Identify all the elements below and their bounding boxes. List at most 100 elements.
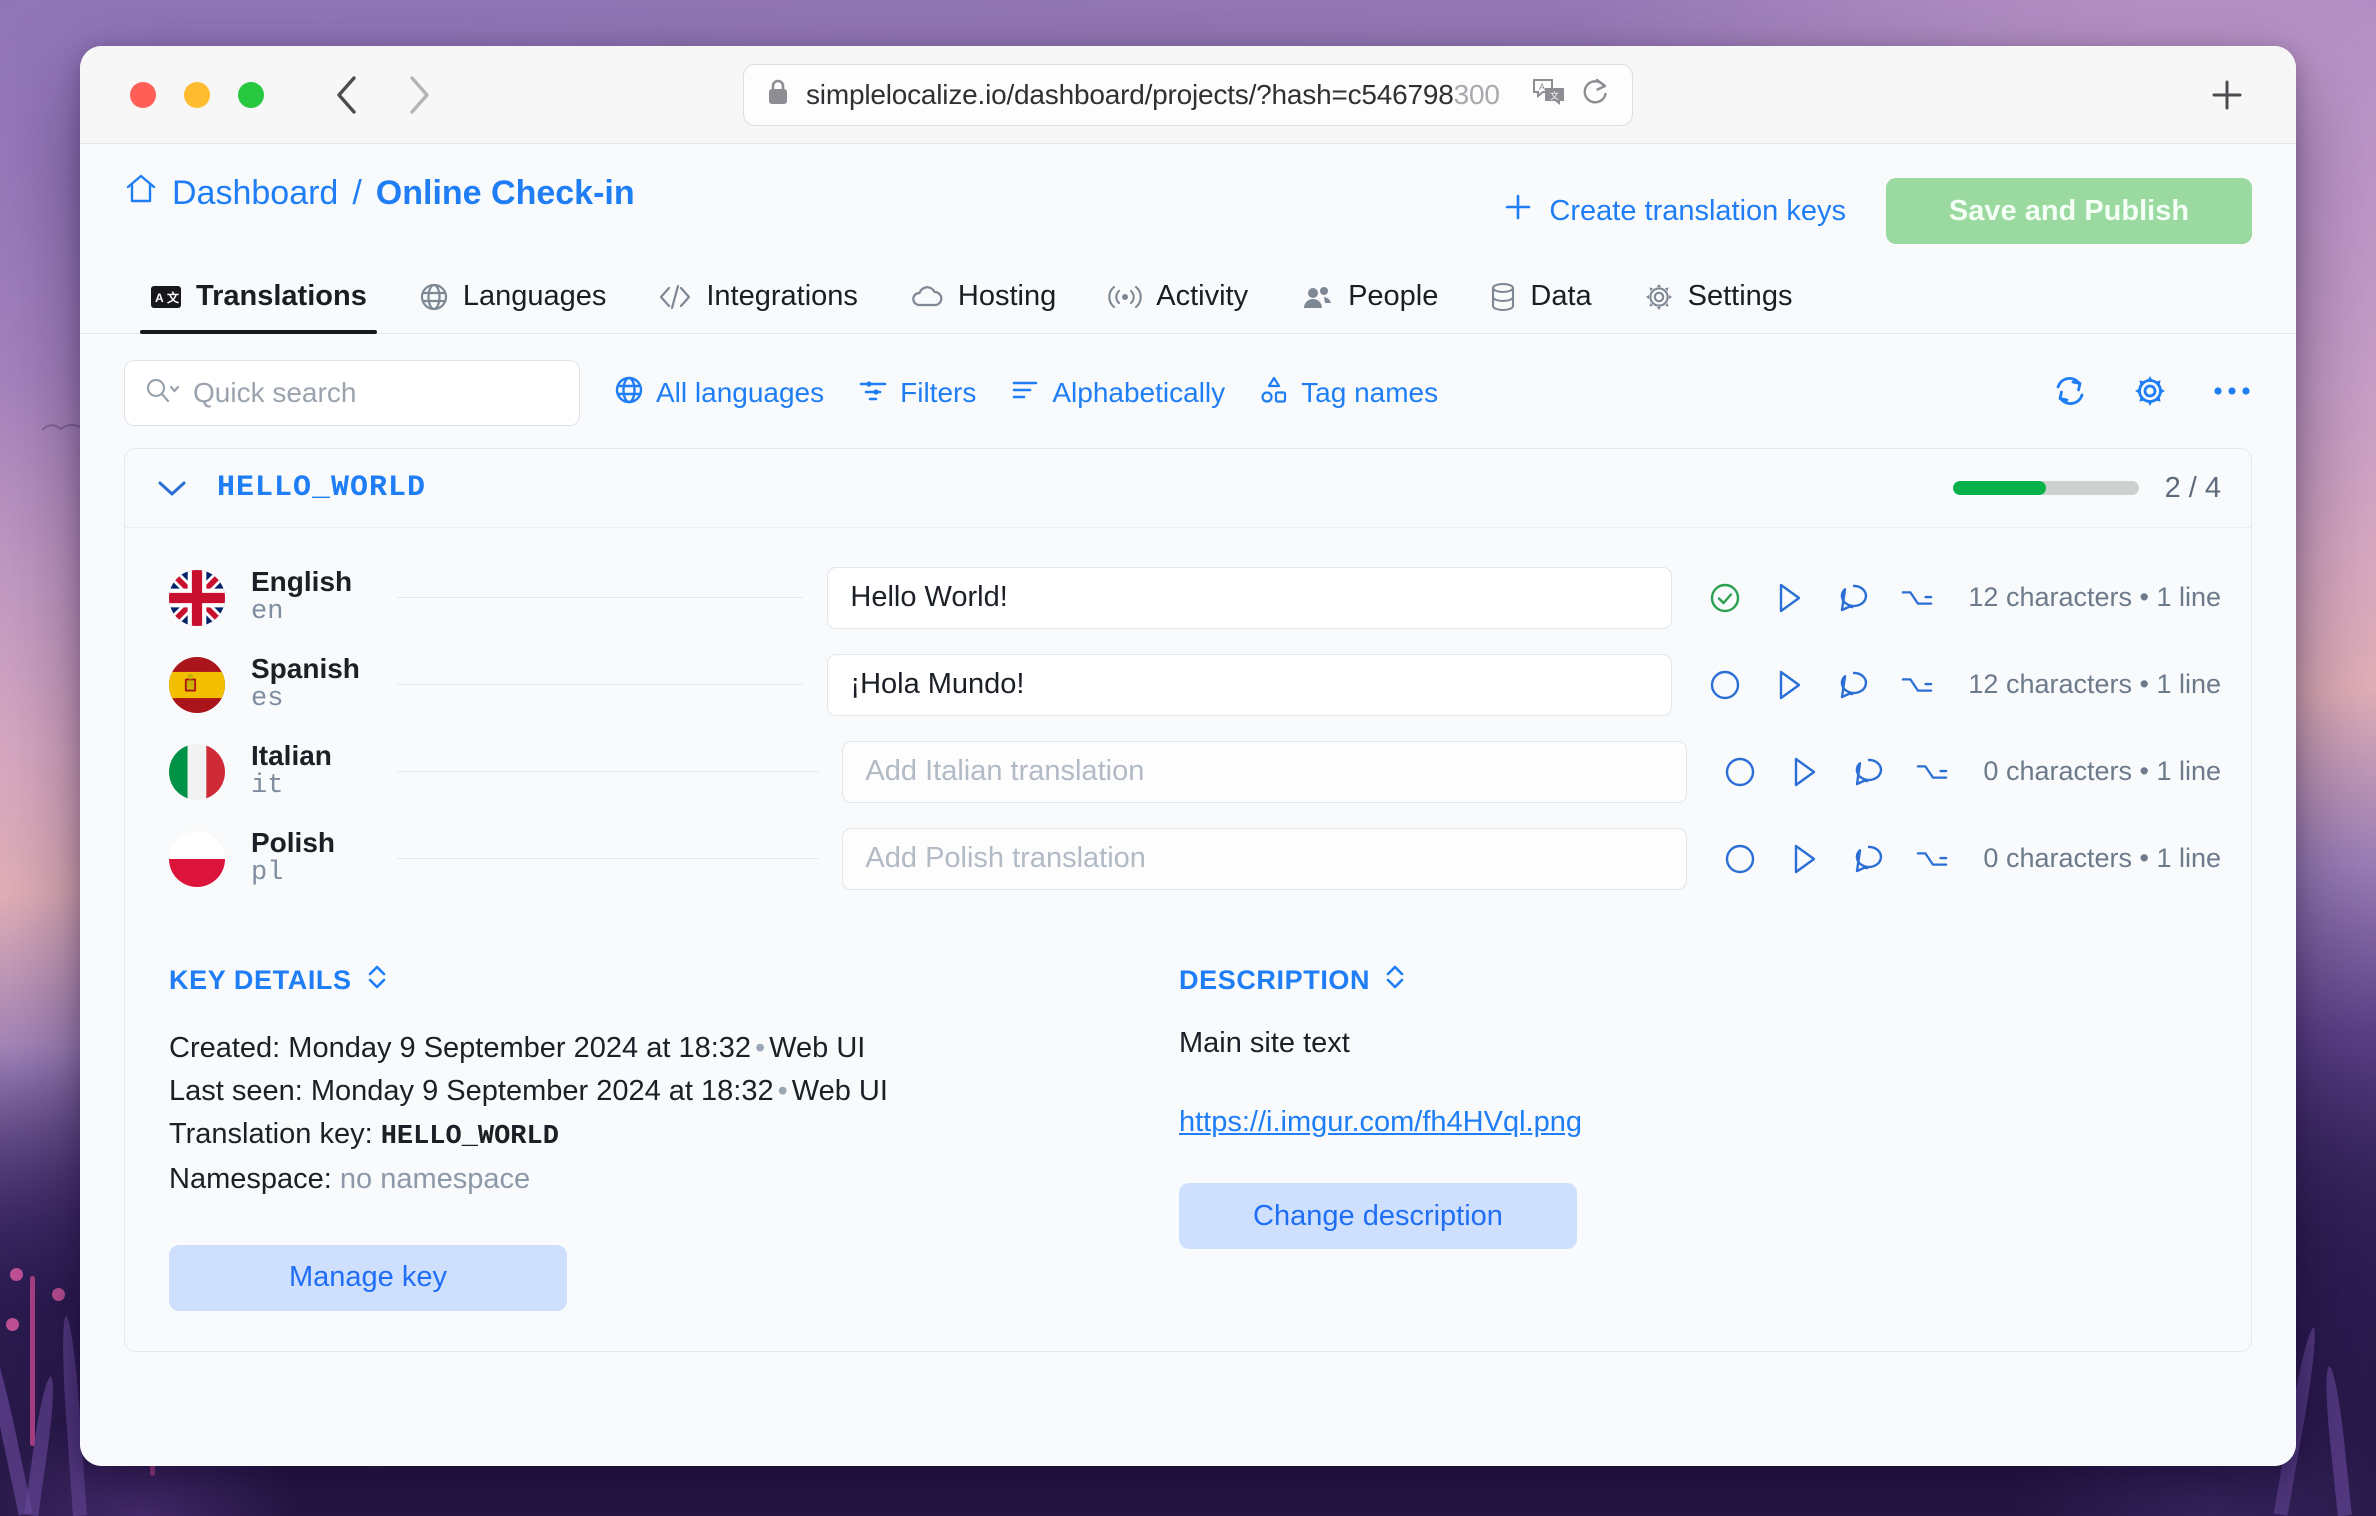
translation-keys-list: HELLO_WORLD 2 / 4 English en Hello World… (80, 448, 2296, 1466)
key-details-heading[interactable]: KEY DETAILS (169, 962, 1165, 999)
back-chevron-icon[interactable] (326, 74, 368, 116)
sort-vertical-icon[interactable] (1384, 962, 1406, 999)
tab-integrations-label: Integrations (706, 280, 858, 312)
tag-names-button[interactable]: Tag names (1259, 375, 1438, 412)
italy-flag (169, 743, 225, 800)
language-code: pl (251, 857, 284, 888)
tab-data[interactable]: Data (1464, 266, 1617, 333)
breadcrumb-current-project[interactable]: Online Check-in (376, 174, 635, 213)
auto-translate-icon[interactable] (1787, 755, 1821, 789)
project-tabs: A文 Translations Languages Integrations H… (80, 266, 2296, 334)
translation-input[interactable]: ¡Hola Mundo! (827, 653, 1673, 716)
tag-names-label: Tag names (1301, 377, 1439, 408)
tab-integrations[interactable]: Integrations (632, 266, 884, 333)
row-divider (397, 597, 804, 598)
translations-icon: A文 (150, 283, 182, 311)
gear-icon (1644, 282, 1674, 312)
tab-data-label: Data (1530, 280, 1592, 312)
auto-translate-icon[interactable] (1772, 668, 1806, 702)
translation-input[interactable]: Add Polish translation (842, 827, 1688, 890)
close-window-button[interactable] (130, 81, 156, 108)
history-icon[interactable] (1915, 842, 1949, 876)
review-status-icon[interactable] (1708, 668, 1742, 702)
new-tab-button[interactable] (2204, 72, 2250, 118)
code-icon (658, 282, 692, 312)
description-heading[interactable]: DESCRIPTION (1179, 962, 2175, 999)
comment-icon[interactable] (1851, 842, 1885, 876)
namespace-line: Namespace: no namespace (169, 1158, 1165, 1201)
history-icon[interactable] (1900, 668, 1934, 702)
language-name: Italian (251, 740, 332, 772)
cloud-icon (910, 283, 944, 311)
translation-key-name[interactable]: HELLO_WORLD (217, 471, 426, 505)
all-languages-label: All languages (656, 377, 825, 408)
save-and-publish-button[interactable]: Save and Publish (1886, 178, 2252, 244)
create-translation-keys-button[interactable]: Create translation keys (1503, 192, 1846, 230)
globe-icon (419, 282, 449, 312)
review-status-icon[interactable] (1723, 842, 1757, 876)
reload-icon[interactable] (1580, 77, 1610, 112)
change-description-button[interactable]: Change description (1179, 1183, 1577, 1249)
more-options-icon[interactable] (2212, 384, 2252, 403)
tab-hosting-label: Hosting (957, 280, 1057, 312)
translation-input[interactable]: Add Italian translation (842, 740, 1688, 803)
manage-key-button[interactable]: Manage key (169, 1244, 567, 1311)
breadcrumb-dashboard-link[interactable]: Dashboard (172, 174, 338, 213)
translation-rows: English en Hello World! 12 characters • … (125, 528, 2251, 920)
sort-alphabetically-button[interactable]: Alphabetically (1010, 376, 1225, 411)
sort-vertical-icon[interactable] (366, 962, 388, 999)
last-seen-label: Last seen: (169, 1074, 303, 1107)
broadcast-icon (1108, 284, 1142, 310)
address-bar[interactable]: simplelocalize.io/dashboard/projects/?ha… (743, 63, 1633, 126)
sort-alphabetically-label: Alphabetically (1052, 377, 1226, 408)
description-link[interactable]: https://i.imgur.com/fh4HVql.png (1179, 1106, 1582, 1138)
translation-input[interactable]: Hello World! (827, 566, 1673, 629)
home-icon[interactable] (124, 172, 158, 215)
search-input[interactable]: Quick search (124, 360, 580, 426)
tag-icon (1259, 375, 1289, 412)
translation-key-header[interactable]: HELLO_WORLD 2 / 4 (125, 449, 2251, 528)
review-status-icon[interactable] (1708, 581, 1742, 615)
forward-chevron-icon[interactable] (398, 74, 440, 116)
refresh-icon[interactable] (2052, 373, 2088, 414)
translate-page-icon[interactable]: A 文 (1532, 77, 1566, 112)
tab-settings[interactable]: Settings (1618, 266, 1819, 333)
tab-activity[interactable]: Activity (1082, 266, 1274, 333)
all-languages-filter[interactable]: All languages (614, 375, 824, 412)
header-actions: Create translation keys Save and Publish (1503, 178, 2252, 244)
key-details-title: KEY DETAILS (169, 965, 352, 995)
gear-icon[interactable] (2132, 373, 2168, 414)
svg-text:文: 文 (167, 290, 180, 305)
translation-progress-bar (1952, 481, 2139, 495)
tab-hosting[interactable]: Hosting (884, 266, 1082, 333)
history-icon[interactable] (1900, 581, 1934, 615)
filters-label: Filters (900, 377, 977, 408)
window-controls[interactable] (130, 81, 264, 108)
tab-people[interactable]: People (1274, 266, 1464, 333)
application-content: Dashboard / Online Check-in Create trans… (80, 144, 2296, 1466)
translation-key-line: Translation key: HELLO_WORLD (169, 1113, 1165, 1158)
comment-icon[interactable] (1851, 755, 1885, 789)
row-divider (397, 771, 819, 772)
auto-translate-icon[interactable] (1787, 842, 1821, 876)
comment-icon[interactable] (1836, 668, 1870, 702)
minimize-window-button[interactable] (184, 81, 210, 108)
tab-languages[interactable]: Languages (393, 266, 633, 333)
people-icon (1300, 283, 1334, 311)
comment-icon[interactable] (1836, 581, 1870, 615)
filters-button[interactable]: Filters (858, 376, 976, 411)
tab-translations[interactable]: A文 Translations (124, 266, 393, 334)
poland-flag (169, 830, 225, 887)
tab-people-label: People (1348, 280, 1439, 312)
history-icon[interactable] (1915, 755, 1949, 789)
chevron-down-icon[interactable] (155, 477, 189, 499)
navigation-buttons[interactable] (326, 74, 440, 116)
review-status-icon[interactable] (1723, 755, 1757, 789)
app-header: Dashboard / Online Check-in Create trans… (80, 144, 2296, 244)
namespace-label: Namespace: (169, 1162, 332, 1195)
svg-text:A: A (155, 291, 164, 305)
svg-text:文: 文 (1550, 90, 1559, 101)
maximize-window-button[interactable] (238, 81, 264, 108)
row-divider (397, 684, 804, 685)
auto-translate-icon[interactable] (1772, 581, 1806, 615)
